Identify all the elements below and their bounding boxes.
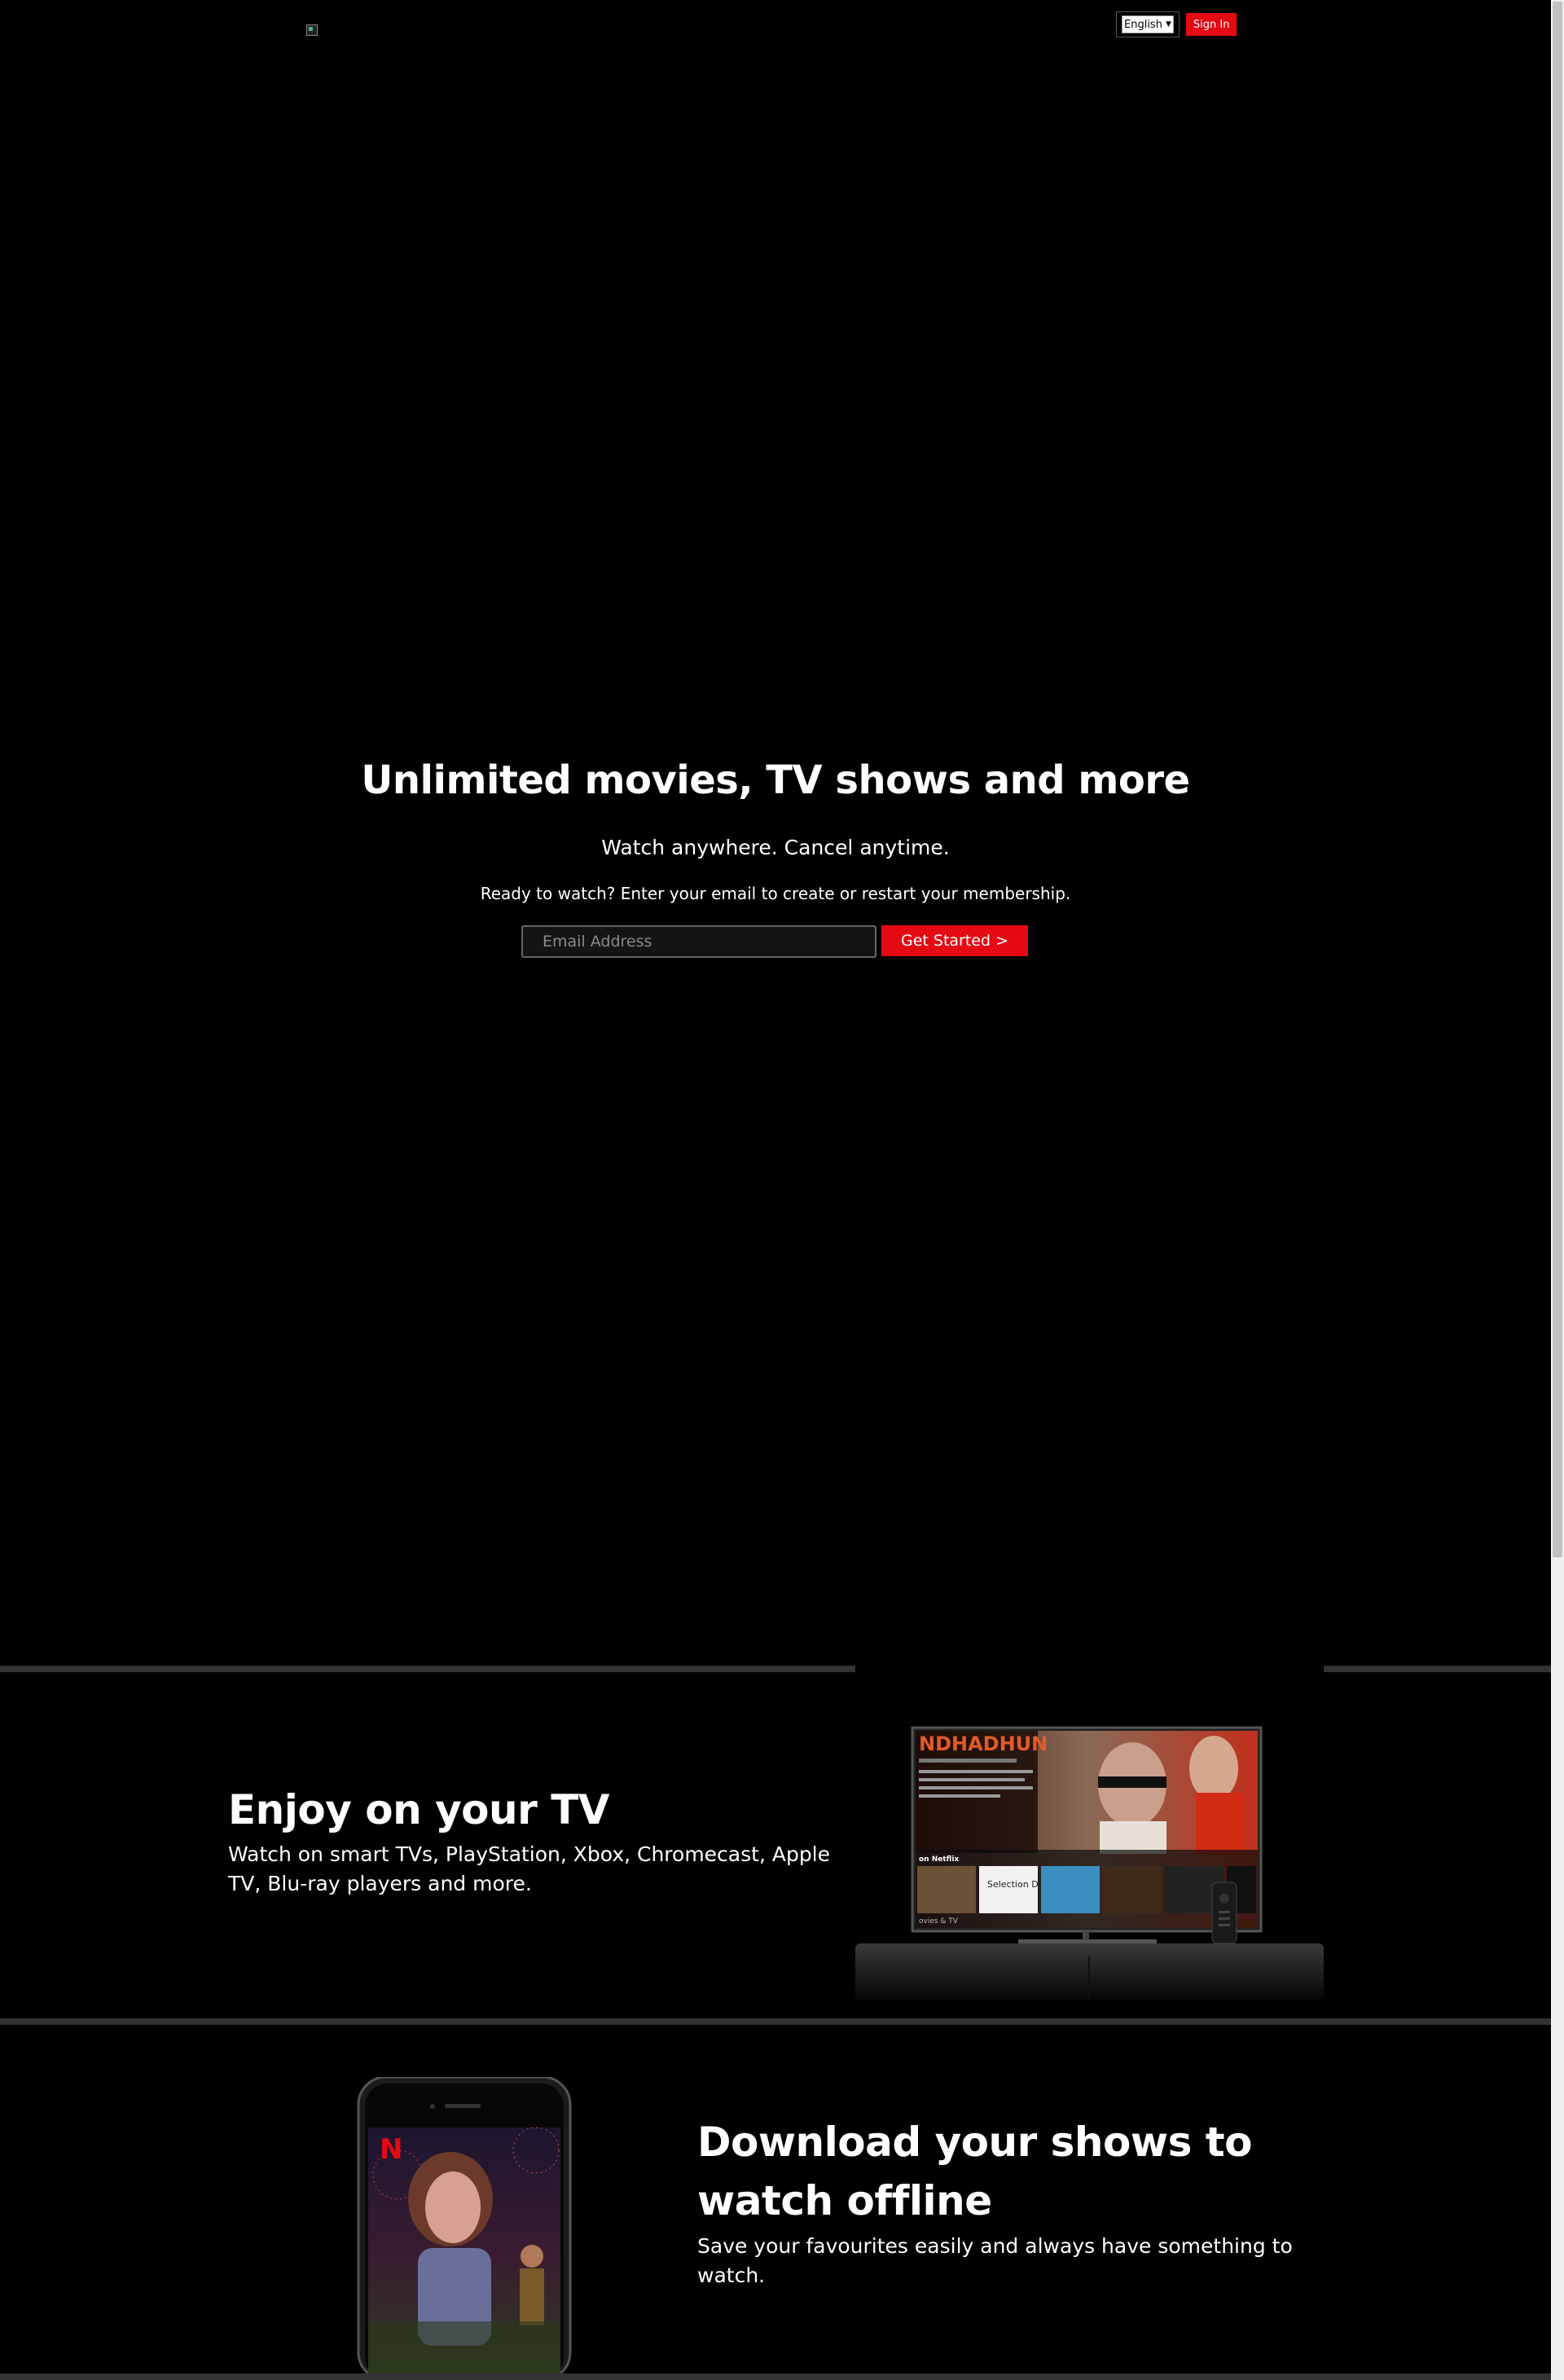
svg-text:on Netflix: on Netflix [919,1855,959,1864]
tv-text-block: Enjoy on your TV Watch on smart TVs, Pla… [228,1786,847,1899]
hero-title: Unlimited movies, TV shows and more [361,757,1190,803]
hero-ready-text: Ready to watch? Enter your email to crea… [480,884,1071,903]
download-section: N Download your shows to watch offline S… [0,2025,1551,2380]
email-input[interactable] [521,925,876,958]
download-section-description: Save your favourites easily and always h… [697,2234,1293,2287]
get-started-button[interactable]: Get Started > [881,925,1028,956]
email-form: Get Started > [521,925,1028,958]
hero-subtitle: Watch anywhere. Cancel anytime. [601,836,950,859]
section-divider [0,2018,1551,2025]
scrollbar-thumb[interactable] [1553,2,1562,1557]
svg-text:Selection Day: Selection Day [987,1879,1049,1890]
tv-section-description: Watch on smart TVs, PlayStation, Xbox, C… [228,1842,831,1895]
phone-illustration: N [357,2077,572,2380]
download-text-block: Download your shows to watch offline Sav… [697,2113,1341,2290]
tv-illustration: NDHADHUN on Netflix Selection Day ovies … [855,1662,1324,2013]
download-section-title: Download your shows to watch offline [697,2119,1253,2224]
tv-section-title: Enjoy on your TV [228,1786,610,1833]
svg-text:ovies & TV: ovies & TV [919,1917,959,1926]
page-scrollbar[interactable] [1551,0,1564,2380]
svg-text:N: N [380,2133,402,2166]
section-divider [0,2373,1551,2380]
tv-screen-title: NDHADHUN [919,1732,1048,1755]
tv-section: Enjoy on your TV Watch on smart TVs, Pla… [0,1662,1551,2018]
hero-section: Unlimited movies, TV shows and more Watc… [0,0,1551,1666]
